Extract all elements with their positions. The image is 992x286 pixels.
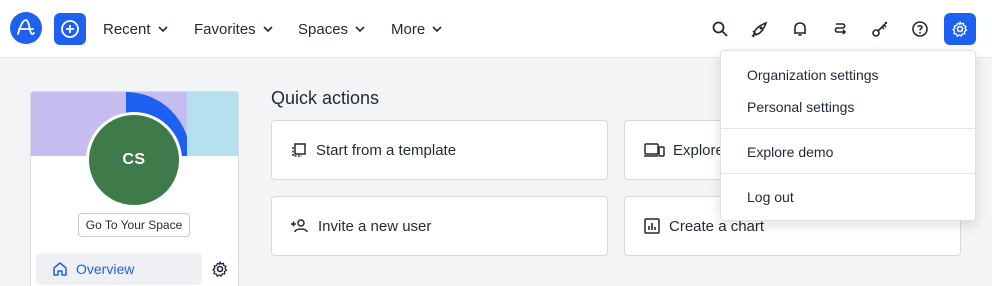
data-flow-button[interactable] bbox=[824, 13, 856, 45]
menu-item-organization-settings[interactable]: Organization settings bbox=[747, 67, 879, 83]
rocket-icon bbox=[751, 21, 768, 38]
add-user-icon bbox=[291, 219, 308, 233]
chevron-down-icon bbox=[355, 26, 365, 33]
nav-menu-label: More bbox=[391, 20, 426, 38]
toolbar-icons bbox=[704, 13, 992, 45]
devices-icon bbox=[644, 143, 665, 157]
chevron-down-icon bbox=[157, 26, 168, 33]
quick-action-label: Invite a new user bbox=[318, 217, 432, 235]
menu-divider bbox=[721, 173, 975, 174]
nav-menu-favorites[interactable]: Favorites bbox=[194, 0, 274, 58]
gear-icon bbox=[212, 261, 228, 277]
key-icon bbox=[872, 21, 888, 37]
amplitude-logo-icon[interactable] bbox=[10, 12, 42, 44]
menu-item-explore-demo[interactable]: Explore demo bbox=[747, 144, 833, 160]
quick-actions-heading: Quick actions bbox=[271, 88, 380, 108]
chevron-down-icon bbox=[432, 26, 442, 33]
banner-shape bbox=[187, 92, 238, 156]
chart-icon bbox=[644, 218, 660, 234]
menu-divider bbox=[721, 128, 975, 129]
rocket-launch-button[interactable] bbox=[744, 13, 776, 45]
sidebar-item-label: Overview bbox=[76, 261, 135, 277]
settings-dropdown-menu: Organization settings Personal settings … bbox=[720, 50, 976, 221]
create-new-button[interactable] bbox=[54, 13, 86, 45]
space-settings-button[interactable] bbox=[211, 260, 229, 283]
api-keys-button[interactable] bbox=[864, 13, 896, 45]
go-to-your-space-button[interactable]: Go To Your Space bbox=[78, 213, 190, 237]
quick-action-start-from-template[interactable]: Start from a template bbox=[271, 120, 608, 180]
nav-menu-label: Favorites bbox=[194, 20, 256, 38]
search-icon bbox=[712, 21, 728, 37]
template-icon bbox=[292, 143, 306, 157]
help-icon bbox=[912, 21, 928, 37]
menu-item-personal-settings[interactable]: Personal settings bbox=[747, 99, 854, 115]
bell-icon bbox=[794, 22, 806, 36]
chevron-down-icon bbox=[263, 26, 273, 33]
nav-menu-spaces[interactable]: Spaces bbox=[298, 0, 366, 58]
nav-menu-more[interactable]: More bbox=[391, 0, 443, 58]
avatar: CS bbox=[86, 112, 182, 208]
notifications-button[interactable] bbox=[784, 13, 816, 45]
plus-circle-icon bbox=[61, 20, 79, 38]
quick-action-invite-user[interactable]: Invite a new user bbox=[271, 196, 608, 256]
route-icon bbox=[834, 23, 847, 35]
menu-item-log-out[interactable]: Log out bbox=[747, 189, 794, 205]
gear-icon bbox=[952, 21, 968, 37]
nav-menu-label: Recent bbox=[103, 20, 151, 38]
help-button[interactable] bbox=[904, 13, 936, 45]
sidebar-item-overview[interactable]: Overview bbox=[36, 253, 202, 285]
home-icon bbox=[53, 262, 67, 276]
settings-button[interactable] bbox=[944, 13, 976, 45]
nav-menu-recent[interactable]: Recent bbox=[103, 0, 169, 58]
space-card: CS Go To Your Space Overview bbox=[30, 91, 239, 286]
nav-menu-label: Spaces bbox=[298, 20, 349, 38]
quick-action-label: Start from a template bbox=[316, 141, 457, 159]
search-button[interactable] bbox=[704, 13, 736, 45]
